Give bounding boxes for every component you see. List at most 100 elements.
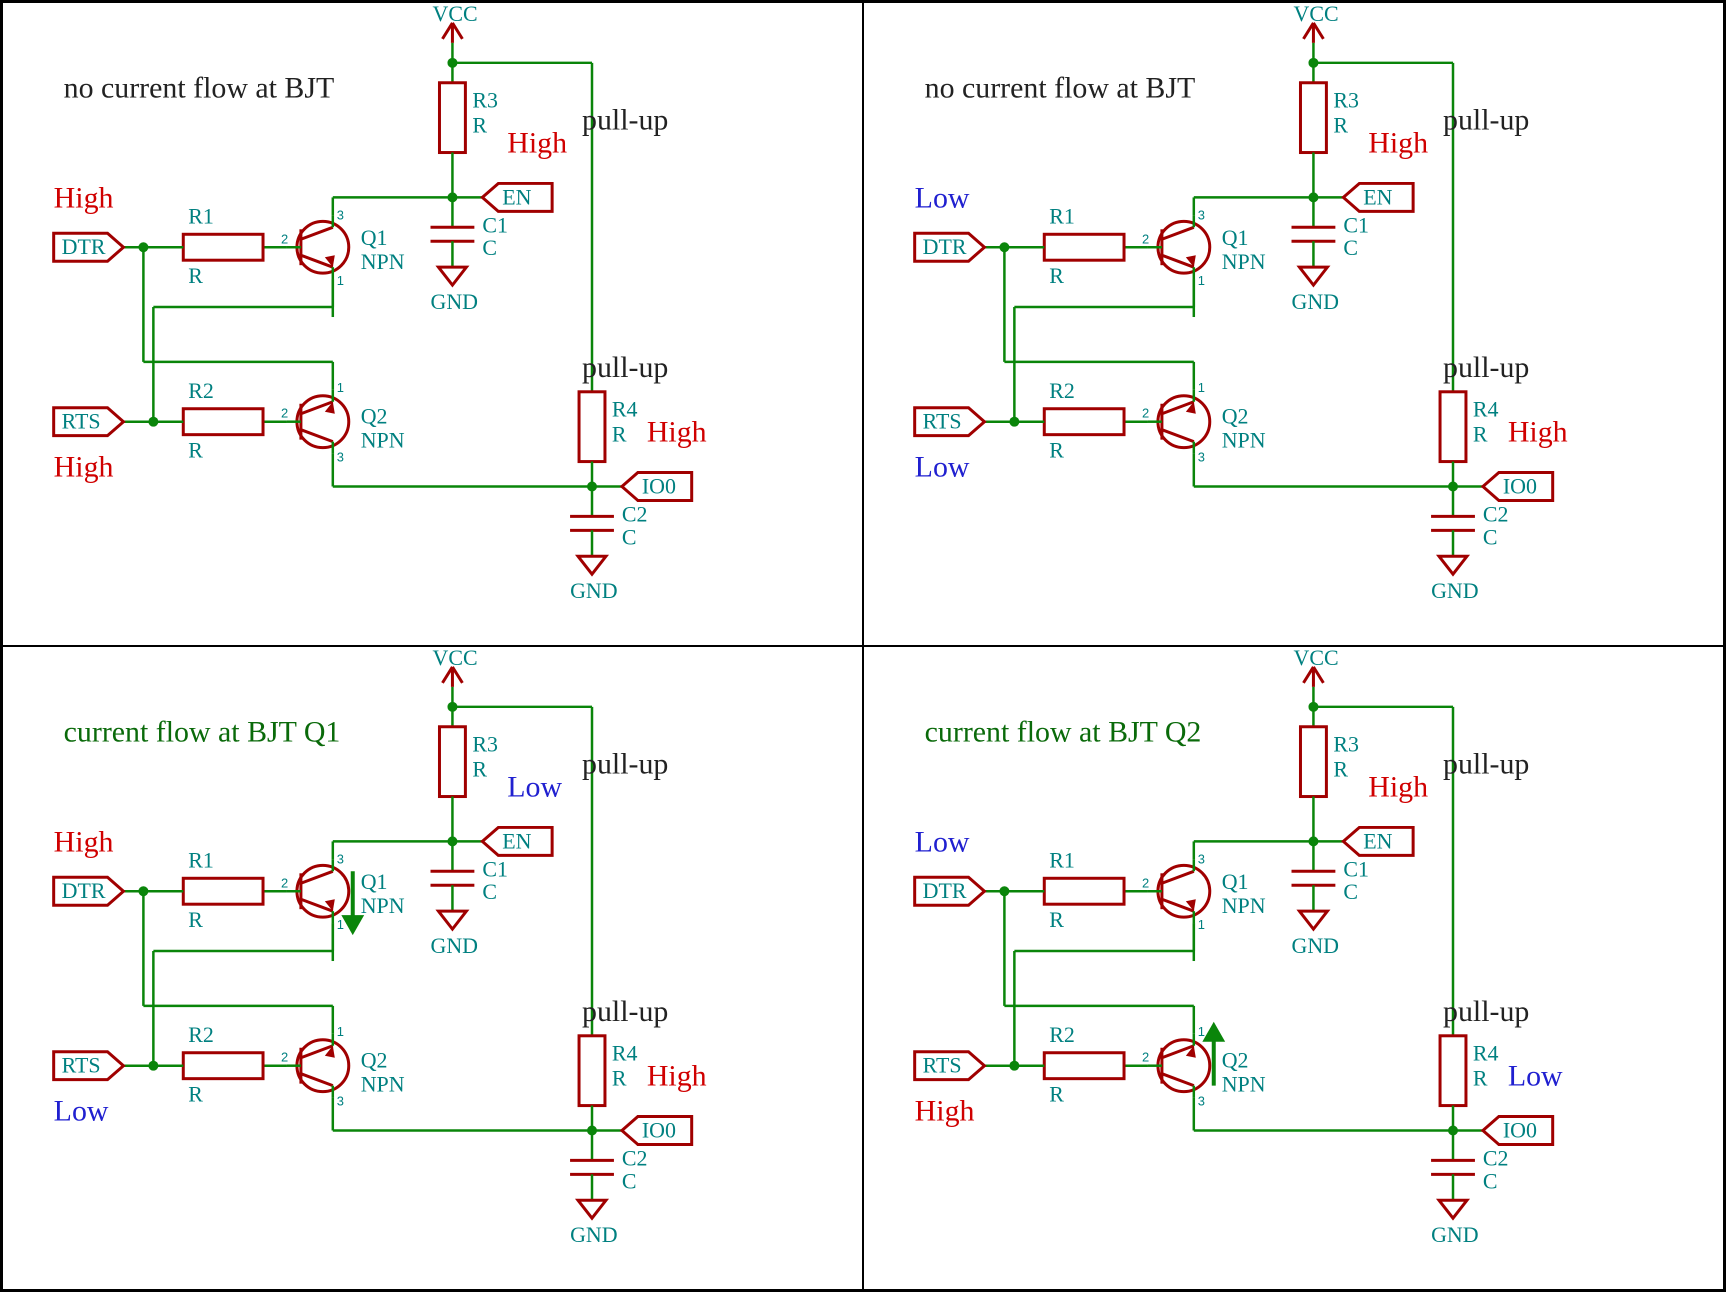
q2-name: Q2 (1222, 404, 1249, 429)
svg-text:2: 2 (1142, 231, 1149, 246)
c1-name: C1 (1343, 856, 1369, 881)
svg-text:3: 3 (337, 207, 344, 222)
r4-name: R4 (612, 1041, 638, 1066)
io0-state: High (647, 416, 707, 449)
q2-val: NPN (1222, 1072, 1266, 1097)
r2-val: R (188, 1082, 203, 1107)
r3-name: R3 (1333, 88, 1359, 113)
en-state: High (507, 127, 567, 160)
svg-text:1: 1 (337, 917, 344, 932)
gnd1: GND (1292, 933, 1340, 958)
svg-text:3: 3 (1198, 851, 1205, 866)
gnd1: GND (1292, 289, 1340, 314)
r4-name: R4 (1473, 397, 1499, 422)
gnd2: GND (1431, 578, 1479, 603)
pullup-io0: pull-up (582, 351, 668, 384)
io0-port: IO0 (1503, 1117, 1537, 1142)
svg-text:1: 1 (1198, 917, 1205, 932)
pullup-io0: pull-up (1443, 351, 1529, 384)
c2-val: C (1483, 1168, 1498, 1193)
q1-val: NPN (1222, 249, 1266, 274)
r4-name: R4 (1473, 1041, 1499, 1066)
dtr-port: DTR (923, 234, 967, 259)
r2-val: R (1049, 438, 1064, 463)
rts-state: Low (915, 451, 970, 484)
r1-name: R1 (188, 203, 214, 228)
r2-name: R2 (1049, 1022, 1075, 1047)
vcc-label: VCC (1294, 647, 1339, 670)
en-port: EN (502, 828, 531, 853)
r4-val: R (612, 422, 627, 447)
en-state: Low (507, 771, 562, 804)
r1-name: R1 (1049, 847, 1075, 872)
r3-name: R3 (472, 88, 498, 113)
q2-name: Q2 (1222, 1048, 1249, 1073)
c1-name: C1 (1343, 212, 1369, 237)
pullup-io0: pull-up (582, 995, 668, 1028)
svg-text:3: 3 (337, 1094, 344, 1109)
io0-state: High (1508, 416, 1568, 449)
c2-name: C2 (622, 1145, 648, 1170)
dtr-port: DTR (62, 234, 106, 259)
panel-br: current flow at BJT Q2VCCR3R ENHighpull-… (863, 646, 1724, 1290)
panel-title: no current flow at BJT (925, 72, 1196, 105)
q2-name: Q2 (361, 404, 388, 429)
pullup-io0: pull-up (1443, 995, 1529, 1028)
io0-port: IO0 (642, 473, 676, 498)
dtr-port: DTR (923, 878, 967, 903)
panel-grid: no current flow at BJTVCCR3R ENHighpull-… (0, 0, 1726, 1292)
vcc-label: VCC (1294, 3, 1339, 26)
rts-port: RTS (62, 409, 101, 434)
svg-text:2: 2 (281, 406, 288, 421)
gnd2: GND (1431, 1222, 1479, 1247)
io0-port: IO0 (1503, 473, 1537, 498)
q1-val: NPN (1222, 893, 1266, 918)
r3-val: R (1333, 757, 1348, 782)
r2-val: R (1049, 1082, 1064, 1107)
panel-bl: current flow at BJT Q1VCCR3R ENLowpull-u… (2, 646, 863, 1290)
r3-val: R (1333, 113, 1348, 138)
gnd2: GND (570, 1222, 618, 1247)
r1-val: R (188, 263, 203, 288)
svg-text:1: 1 (337, 1024, 344, 1039)
r4-name: R4 (612, 397, 638, 422)
svg-text:1: 1 (1198, 273, 1205, 288)
r1-name: R1 (1049, 203, 1075, 228)
svg-text:3: 3 (337, 450, 344, 465)
rts-port: RTS (923, 409, 962, 434)
dtr-state: High (54, 825, 114, 858)
c1-val: C (482, 879, 497, 904)
en-state: High (1368, 127, 1428, 160)
q2-name: Q2 (361, 1048, 388, 1073)
en-port: EN (502, 184, 531, 209)
svg-text:3: 3 (1198, 207, 1205, 222)
c1-val: C (482, 235, 497, 260)
r4-val: R (1473, 422, 1488, 447)
c1-name: C1 (482, 212, 508, 237)
pullup-en: pull-up (582, 104, 668, 137)
q2-val: NPN (1222, 428, 1266, 453)
rts-port: RTS (923, 1053, 962, 1078)
r2-name: R2 (188, 1022, 214, 1047)
c2-name: C2 (622, 501, 648, 526)
r1-val: R (1049, 907, 1064, 932)
svg-text:2: 2 (1142, 406, 1149, 421)
panel-title: current flow at BJT Q2 (925, 716, 1202, 749)
q1-name: Q1 (1222, 225, 1249, 250)
rts-state: Low (54, 1095, 109, 1128)
svg-text:1: 1 (1198, 1024, 1205, 1039)
q2-val: NPN (361, 1072, 405, 1097)
svg-text:3: 3 (337, 851, 344, 866)
r2-name: R2 (188, 378, 214, 403)
r1-val: R (188, 907, 203, 932)
dtr-state: Low (915, 181, 970, 214)
panel-title: no current flow at BJT (64, 72, 335, 105)
io0-port: IO0 (642, 1117, 676, 1142)
pullup-en: pull-up (1443, 104, 1529, 137)
r4-val: R (1473, 1066, 1488, 1091)
svg-text:2: 2 (1142, 875, 1149, 890)
c1-name: C1 (482, 856, 508, 881)
r2-name: R2 (1049, 378, 1075, 403)
q1-name: Q1 (361, 869, 388, 894)
svg-text:1: 1 (337, 273, 344, 288)
